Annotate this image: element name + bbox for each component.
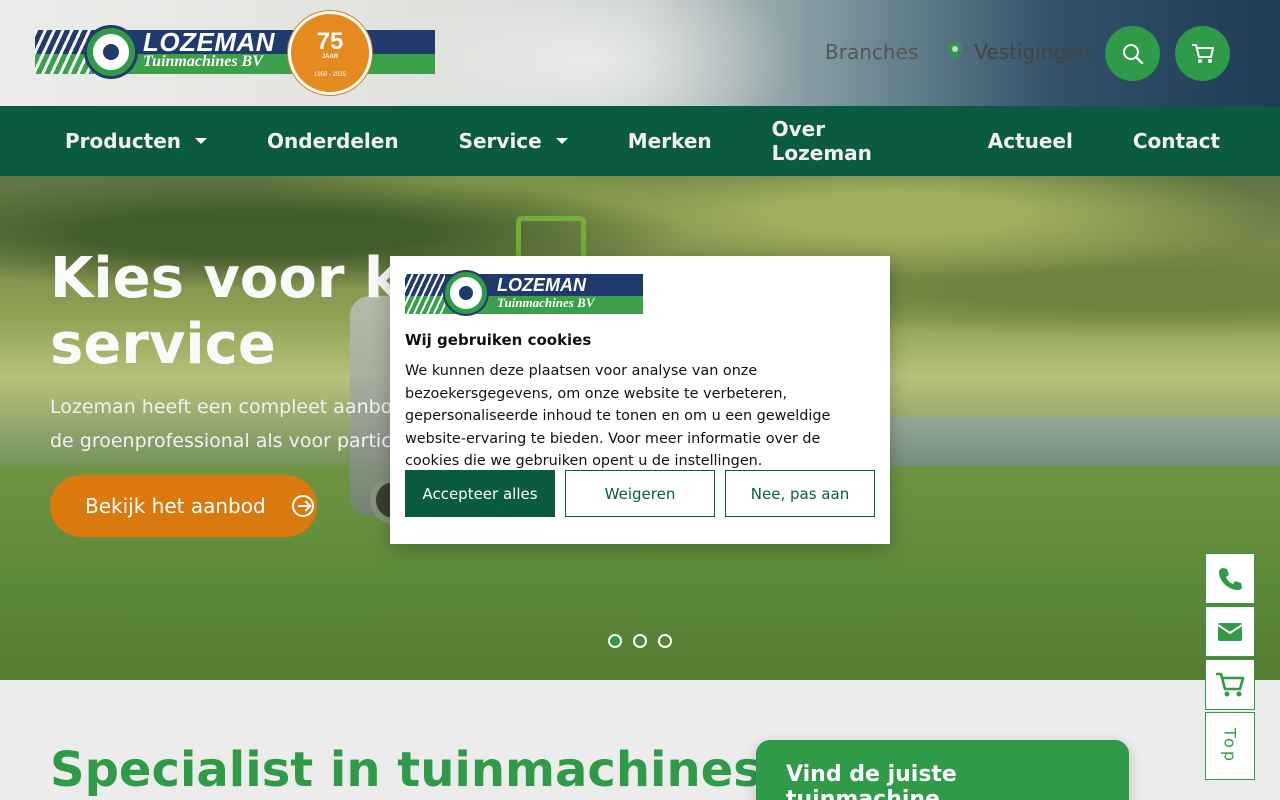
customize-button[interactable]: Nee, pas aan xyxy=(725,470,875,517)
machine-finder-title: Vind de juiste tuinmachine xyxy=(786,762,957,800)
nav-label: Onderdelen xyxy=(267,129,399,153)
locations-label: Vestigingen xyxy=(974,40,1092,64)
top-header: LOZEMAN Tuinmachines BV 75 JAAR 1950 - 2… xyxy=(0,0,1280,106)
decline-button[interactable]: Weigeren xyxy=(565,470,715,517)
nav-item-onderdelen[interactable]: Onderdelen xyxy=(267,129,399,153)
nav-label: Producten xyxy=(65,129,182,153)
main-nav: Producten Onderdelen Service Merken Over… xyxy=(0,106,1280,176)
logo-subtitle: Tuinmachines BV xyxy=(497,295,595,310)
branches-link[interactable]: Branches xyxy=(825,40,918,64)
phone-icon xyxy=(1219,567,1242,590)
cart-button[interactable] xyxy=(1175,26,1230,81)
site-logo[interactable]: LOZEMAN Tuinmachines BV 75 JAAR 1950 - 2… xyxy=(35,10,435,96)
caret-down-icon xyxy=(555,138,568,144)
anniversary-years: 1950 - 2025 xyxy=(313,72,347,78)
email-icon xyxy=(1217,622,1243,641)
carousel-indicators xyxy=(608,634,672,648)
arrow-right-circle-icon xyxy=(291,495,314,517)
cart-icon xyxy=(1191,43,1214,63)
nav-item-contact[interactable]: Contact xyxy=(1133,129,1220,153)
logo-stripes xyxy=(405,274,445,314)
nav-label: Merken xyxy=(627,129,712,153)
logo-brand: LOZEMAN xyxy=(497,275,586,295)
hero-text-line-1: Lozeman heeft een compleet aanbod t xyxy=(50,396,418,418)
cookie-dialog-title: Wij gebruiken cookies xyxy=(405,331,592,349)
cart-icon xyxy=(1216,672,1245,696)
carousel-dot-2[interactable] xyxy=(633,634,647,648)
locations-link[interactable]: Vestigingen xyxy=(948,40,1091,64)
caret-down-icon xyxy=(195,138,208,144)
logo-subtitle: Tuinmachines BV xyxy=(143,53,263,70)
view-offer-label: Bekijk het aanbod xyxy=(85,494,266,518)
back-to-top-button[interactable]: Top xyxy=(1205,712,1255,780)
nav-item-merken[interactable]: Merken xyxy=(628,129,712,153)
machine-finder-panel: Vind de juiste tuinmachine xyxy=(756,740,1129,800)
phone-button[interactable] xyxy=(1205,553,1255,604)
email-button[interactable] xyxy=(1205,606,1255,657)
nav-label: Over Lozeman xyxy=(771,117,872,165)
accept-all-button[interactable]: Accepteer alles xyxy=(405,470,555,517)
nav-item-service[interactable]: Service xyxy=(459,129,568,153)
top-links: Branches Vestigingen xyxy=(825,40,1091,64)
carousel-dot-1[interactable] xyxy=(608,634,622,648)
nav-label: Service xyxy=(458,129,542,153)
section-heading: Specialist in tuinmachines xyxy=(50,742,762,798)
view-offer-button[interactable]: Bekijk het aanbod xyxy=(50,475,317,537)
side-cart-button[interactable] xyxy=(1205,659,1255,710)
cookie-consent-dialog: LOZEMAN Tuinmachines BV Wij gebruiken co… xyxy=(390,256,890,544)
hero-title-line-2: service xyxy=(50,312,276,377)
carousel-dot-3[interactable] xyxy=(658,634,672,648)
map-pin-icon xyxy=(948,42,962,62)
logo-wheel-icon xyxy=(445,272,487,314)
cookie-dialog-logo: LOZEMAN Tuinmachines BV xyxy=(405,272,643,314)
nav-label: Contact xyxy=(1132,129,1220,153)
cookie-dialog-actions: Accepteer alles Weigeren Nee, pas aan xyxy=(405,470,875,517)
hero-text-line-2: de groenprofessional als voor particulie xyxy=(50,430,426,452)
search-icon xyxy=(1122,43,1143,64)
cookie-dialog-body: We kunnen deze plaatsen voor analyse van… xyxy=(405,363,831,469)
nav-item-producten[interactable]: Producten xyxy=(65,129,208,153)
anniversary-number: 75 xyxy=(316,28,344,55)
side-contact-bar: Top xyxy=(1205,553,1255,780)
logo-stripes xyxy=(35,30,95,74)
search-button[interactable] xyxy=(1105,26,1160,81)
intro-section: Specialist in tuinmachines Vind de juist… xyxy=(0,680,1280,800)
anniversary-word: JAAR xyxy=(321,54,339,60)
nav-label: Actueel xyxy=(987,129,1073,153)
nav-item-over-lozeman[interactable]: Over Lozeman xyxy=(772,117,928,165)
nav-item-actueel[interactable]: Actueel xyxy=(988,129,1073,153)
anniversary-badge: 75 JAAR 1950 - 2025 xyxy=(288,11,372,95)
logo-wheel-icon xyxy=(87,28,135,76)
back-to-top-label: Top xyxy=(1220,728,1240,764)
